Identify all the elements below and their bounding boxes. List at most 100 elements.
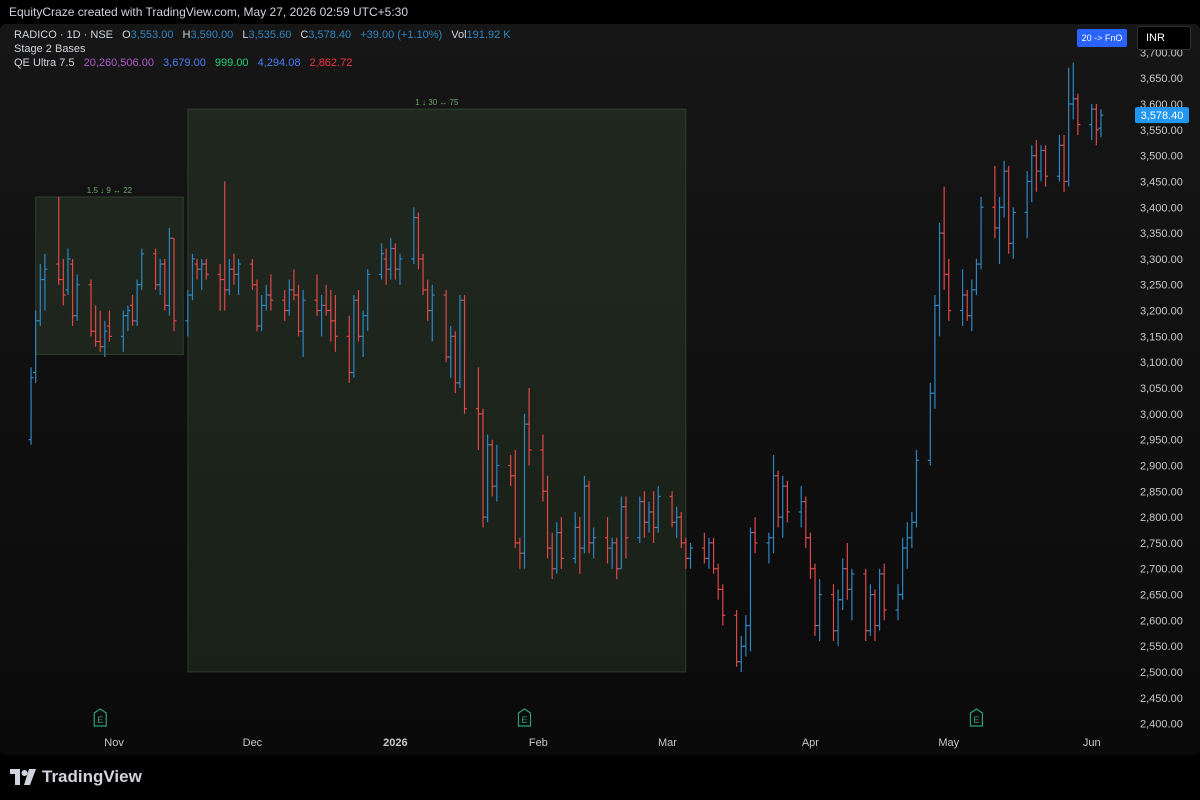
ohlc-bar: [1043, 145, 1049, 187]
tradingview-logo[interactable]: TradingView: [10, 766, 142, 788]
y-tick-label: 3,500.00: [1140, 151, 1183, 163]
ohlc-bar: [1075, 93, 1081, 135]
x-tick-label: Jun: [1083, 737, 1101, 749]
y-tick-label: 2,500.00: [1140, 667, 1183, 679]
earnings-mark: E: [93, 708, 107, 727]
y-tick-label: 2,750.00: [1140, 538, 1183, 550]
x-tick-label: Feb: [529, 737, 548, 749]
indicator-value: 2,862.72: [309, 57, 353, 69]
currency-button[interactable]: INR: [1137, 26, 1191, 50]
close-value: 3,578.40: [308, 29, 352, 41]
y-tick-label: 2,900.00: [1140, 460, 1183, 472]
ohlc-bar: [706, 537, 712, 569]
tradingview-logo-text: TradingView: [42, 767, 142, 786]
ohlc-bar: [904, 522, 910, 569]
y-tick-label: 3,450.00: [1140, 176, 1183, 188]
ohlc-bar: [867, 584, 873, 636]
tradingview-logo-icon: [10, 769, 36, 785]
y-tick-label: 2,600.00: [1140, 615, 1183, 627]
bases: 1.5 ↓ 9 ↔ 22 1 ↓ 30 ↔ 75: [35, 98, 687, 673]
ohlc-bar: [1038, 145, 1044, 182]
ohlc-bar: [775, 470, 781, 528]
base-zone: [187, 108, 687, 673]
indicator-qe-ultra[interactable]: QE Ultra 7.5 20,260,506.00 3,679.00 999.…: [14, 56, 511, 70]
ohlc-bar: [780, 475, 786, 538]
y-tick-label: 2,650.00: [1140, 590, 1183, 602]
ohlc-bar: [872, 589, 878, 642]
ohlc-bar: [1056, 134, 1062, 182]
base-label: 1 ↓ 30 ↔ 75: [415, 98, 459, 107]
ohlc-bar: [1024, 171, 1030, 239]
earnings-mark: E: [969, 708, 984, 727]
ohlc-bar: [895, 584, 901, 621]
y-tick-label: 3,100.00: [1140, 357, 1183, 369]
y-tick-label: 2,550.00: [1140, 641, 1183, 653]
ohlc-bar: [1010, 207, 1016, 259]
ohlc-bar: [1061, 134, 1067, 192]
ohlc-bar: [937, 222, 943, 337]
x-tick-label: 2026: [383, 737, 407, 749]
attribution-text: EquityCraze created with TradingView.com…: [9, 5, 408, 19]
ohlc-bar: [798, 486, 804, 528]
ohlc-bar: [747, 527, 753, 652]
ohlc-bar: [766, 532, 772, 564]
y-tick-label: 3,400.00: [1140, 202, 1183, 214]
ohlc-bar: [803, 496, 809, 549]
ohlc-bar: [835, 589, 841, 647]
ohlc-bar: [844, 542, 850, 600]
ohlc-bar: [849, 568, 855, 621]
ohlc-bar: [960, 269, 966, 327]
ohlc-bar: [734, 610, 740, 667]
y-tick-label: 2,700.00: [1140, 564, 1183, 576]
fno-badge-button[interactable]: 20 -> FnO: [1077, 29, 1127, 47]
ohlc-bar: [900, 537, 906, 600]
volume-value: 191.92 K: [466, 29, 511, 41]
open-label: O: [122, 29, 131, 41]
ohlc-bar: [807, 532, 813, 580]
ohlc-bar: [992, 165, 998, 239]
ohlc-bar: [817, 579, 823, 642]
earnings-icon-label: E: [973, 715, 979, 725]
earnings-icon-label: E: [97, 715, 103, 725]
y-tick-label: 3,200.00: [1140, 306, 1183, 318]
ohlc-bar: [711, 537, 717, 574]
change-value: +39.00 (+1.10%): [360, 29, 443, 41]
ohlc-bar: [969, 279, 975, 332]
ohlc-bar: [738, 635, 744, 673]
earnings-mark: E: [517, 708, 532, 727]
ohlc-bar: [715, 563, 721, 600]
ohlc-bar: [913, 449, 919, 528]
y-tick-label: 2,400.00: [1140, 719, 1183, 731]
ohlc-bar: [927, 382, 933, 466]
ohlc-bar: [1098, 109, 1104, 138]
y-tick-label: 3,300.00: [1140, 254, 1183, 266]
y-tick-label: 3,650.00: [1140, 73, 1183, 85]
ohlc-bar: [771, 455, 777, 554]
y-tick-label: 2,850.00: [1140, 486, 1183, 498]
ohlc-bar: [973, 258, 979, 296]
symbol-label[interactable]: RADICO · 1D · NSE: [14, 29, 113, 41]
y-tick-label: 2,950.00: [1140, 435, 1183, 447]
ohlc-bar: [752, 517, 758, 554]
volume-label: Vol: [451, 29, 467, 41]
indicator-name: QE Ultra 7.5: [14, 57, 75, 69]
price-chart[interactable]: 1.5 ↓ 9 ↔ 22 1 ↓ 30 ↔ 75 2,400.00 2,450.00…: [0, 24, 1200, 755]
high-value: 3,590.00: [190, 29, 234, 41]
ohlc-bar: [996, 196, 1002, 265]
ohlc-bar: [1001, 160, 1007, 218]
ohlc-bar: [1093, 103, 1099, 146]
indicator-stage2[interactable]: Stage 2 Bases: [14, 42, 511, 56]
ohlc-bar: [688, 542, 694, 569]
indicator-value: 999.00: [214, 57, 249, 69]
ohlc-bar: [932, 295, 938, 409]
ohlc-bar: [784, 480, 790, 523]
indicator-value: 20,260,506.00: [83, 57, 154, 69]
low-value: 3,535.60: [248, 29, 292, 41]
ohlc-bar: [941, 186, 947, 290]
ohlc-bar: [946, 258, 952, 321]
earnings-icon-label: E: [521, 715, 527, 725]
attribution-bar: EquityCraze created with TradingView.com…: [0, 0, 1200, 24]
y-tick-label: 2,450.00: [1140, 693, 1183, 705]
y-tick-label: 3,250.00: [1140, 280, 1183, 292]
x-tick-label: Nov: [104, 737, 124, 749]
